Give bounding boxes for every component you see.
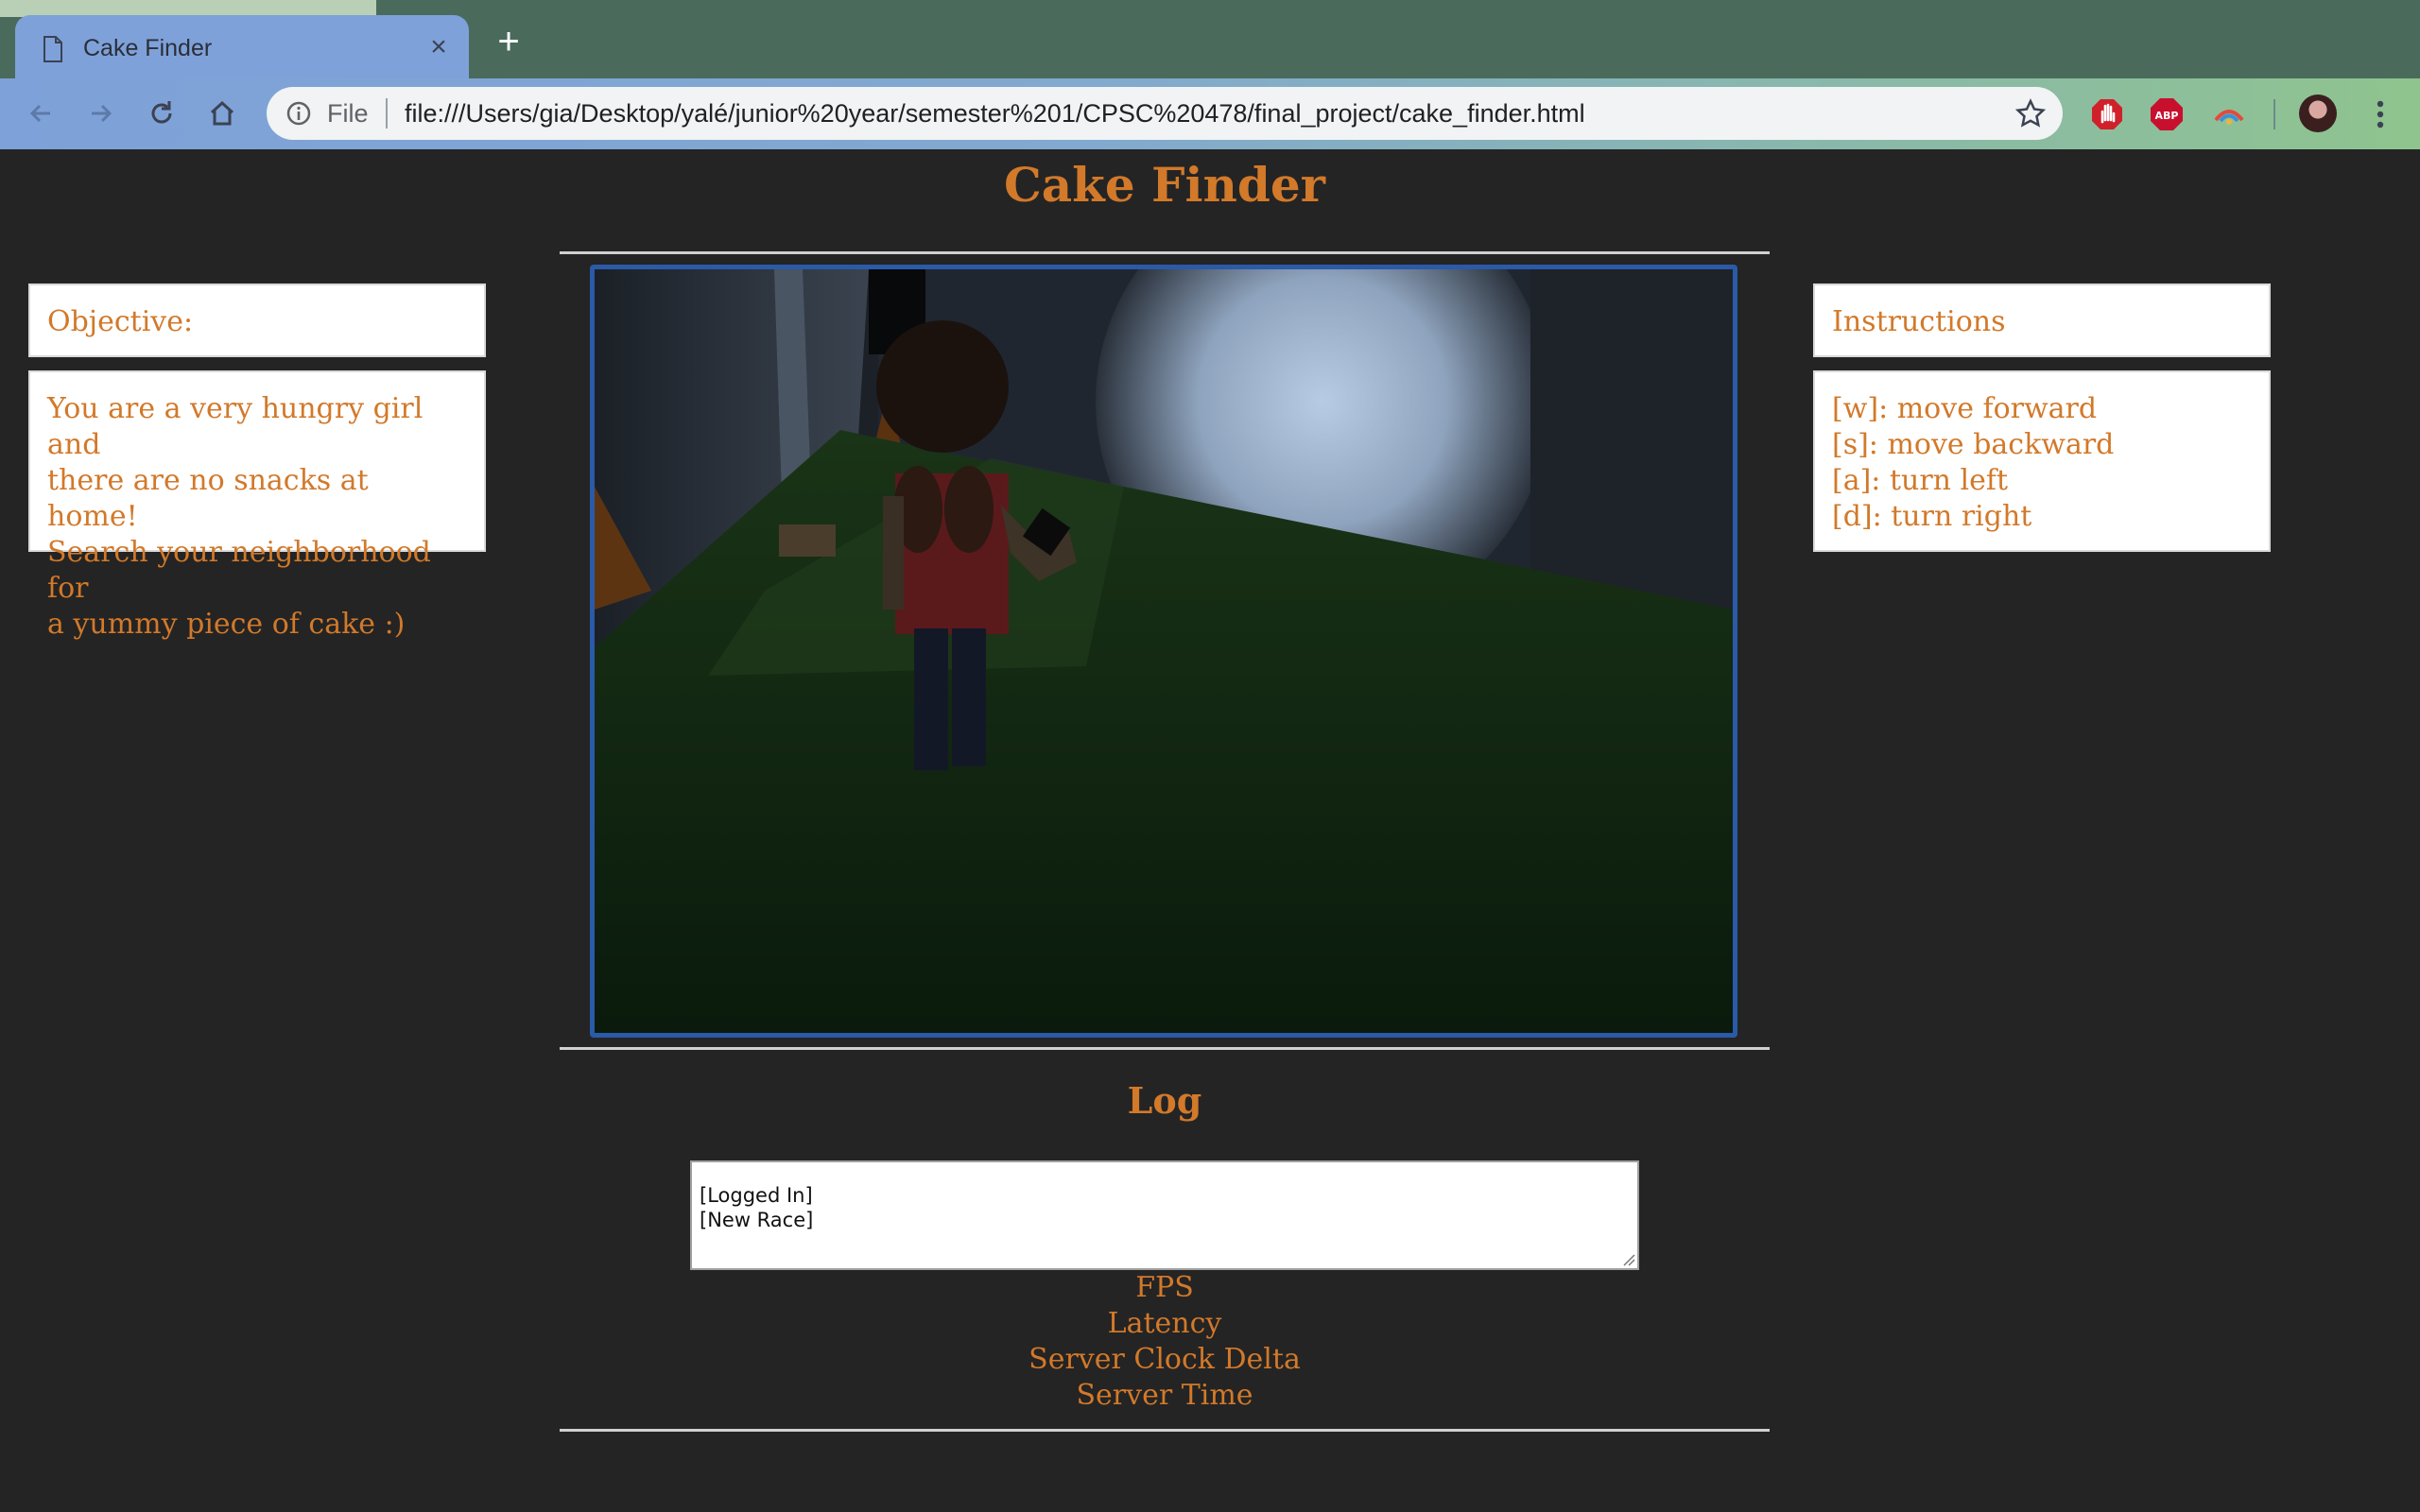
latency-label: Latency	[1107, 1307, 1222, 1340]
objective-line: there are no snacks at home!	[47, 464, 369, 533]
home-button[interactable]	[199, 90, 246, 137]
address-bar[interactable]: File file:///Users/gia/Desktop/yalé/juni…	[267, 87, 2063, 140]
tab-title: Cake Finder	[83, 35, 213, 61]
instruction-line: [a]: turn left	[1832, 464, 2009, 497]
page-title: Cake Finder	[1003, 157, 1325, 213]
log-entry: [New Race]	[700, 1209, 814, 1231]
instructions-text-panel: [w]: move forward [s]: move backward [a]…	[1813, 370, 2271, 552]
stop-hand-extension-icon[interactable]	[2090, 97, 2124, 131]
document-icon	[43, 36, 62, 62]
fps-label: FPS	[1135, 1271, 1194, 1304]
reload-icon	[151, 101, 172, 124]
resize-grip-icon[interactable]	[1620, 1251, 1635, 1266]
instruction-line: [w]: move forward	[1832, 392, 2098, 425]
instruction-line: [s]: move backward	[1832, 428, 2115, 461]
objective-heading-panel: Objective:	[28, 284, 486, 357]
game-scene	[595, 269, 1733, 1033]
instruction-line: [d]: turn right	[1832, 500, 2032, 533]
omnibox-divider	[386, 98, 388, 129]
reload-button[interactable]	[138, 90, 185, 137]
new-tab-button[interactable]: +	[490, 21, 527, 62]
abp-label: ABP	[2155, 110, 2179, 122]
objective-text-panel: You are a very hungry girl and there are…	[28, 370, 486, 641]
browser-menu-icon[interactable]	[2363, 95, 2397, 133]
log-clipped-line	[700, 1162, 1630, 1170]
instructions-heading-panel: Instructions	[1813, 284, 2271, 357]
log-textarea[interactable]: [Logged In] [New Race]	[690, 1160, 1639, 1270]
toolbar-divider	[2273, 99, 2275, 129]
home-icon	[210, 100, 234, 126]
game-canvas[interactable]	[590, 265, 1737, 1038]
objective-heading: Objective:	[47, 305, 194, 338]
info-icon[interactable]	[285, 100, 312, 127]
objective-line: You are a very hungry girl and	[47, 392, 424, 461]
tab-bar: Cake Finder × +	[0, 0, 2420, 78]
forward-button[interactable]	[78, 90, 125, 137]
url-scheme-label: File	[327, 99, 369, 128]
divider-middle	[560, 1047, 1770, 1050]
divider-bottom	[560, 1429, 1770, 1432]
back-button[interactable]	[17, 90, 64, 137]
profile-avatar[interactable]	[2299, 94, 2337, 132]
server-clock-delta-label: Server Clock Delta	[1028, 1343, 1301, 1376]
server-time-label: Server Time	[1076, 1379, 1253, 1412]
objective-line: a yummy piece of cake :)	[47, 608, 406, 641]
instructions-heading: Instructions	[1832, 305, 2006, 338]
browser-tab[interactable]: Cake Finder ×	[15, 15, 469, 78]
log-heading: Log	[1127, 1079, 1202, 1122]
url-text[interactable]: file:///Users/gia/Desktop/yalé/junior%20…	[405, 96, 1585, 130]
browser-toolbar: File file:///Users/gia/Desktop/yalé/juni…	[0, 78, 2420, 149]
log-entry: [Logged In]	[700, 1184, 813, 1207]
back-arrow-icon	[29, 104, 50, 123]
forward-arrow-icon	[92, 104, 112, 123]
objective-line: Search your neighborhood for	[47, 536, 431, 605]
adblock-plus-icon[interactable]: ABP	[2150, 97, 2184, 131]
bookmark-star-icon[interactable]	[2015, 98, 2046, 129]
close-tab-icon[interactable]: ×	[422, 30, 456, 64]
rainbow-extension-icon[interactable]	[2212, 97, 2246, 131]
divider-top	[560, 251, 1770, 254]
